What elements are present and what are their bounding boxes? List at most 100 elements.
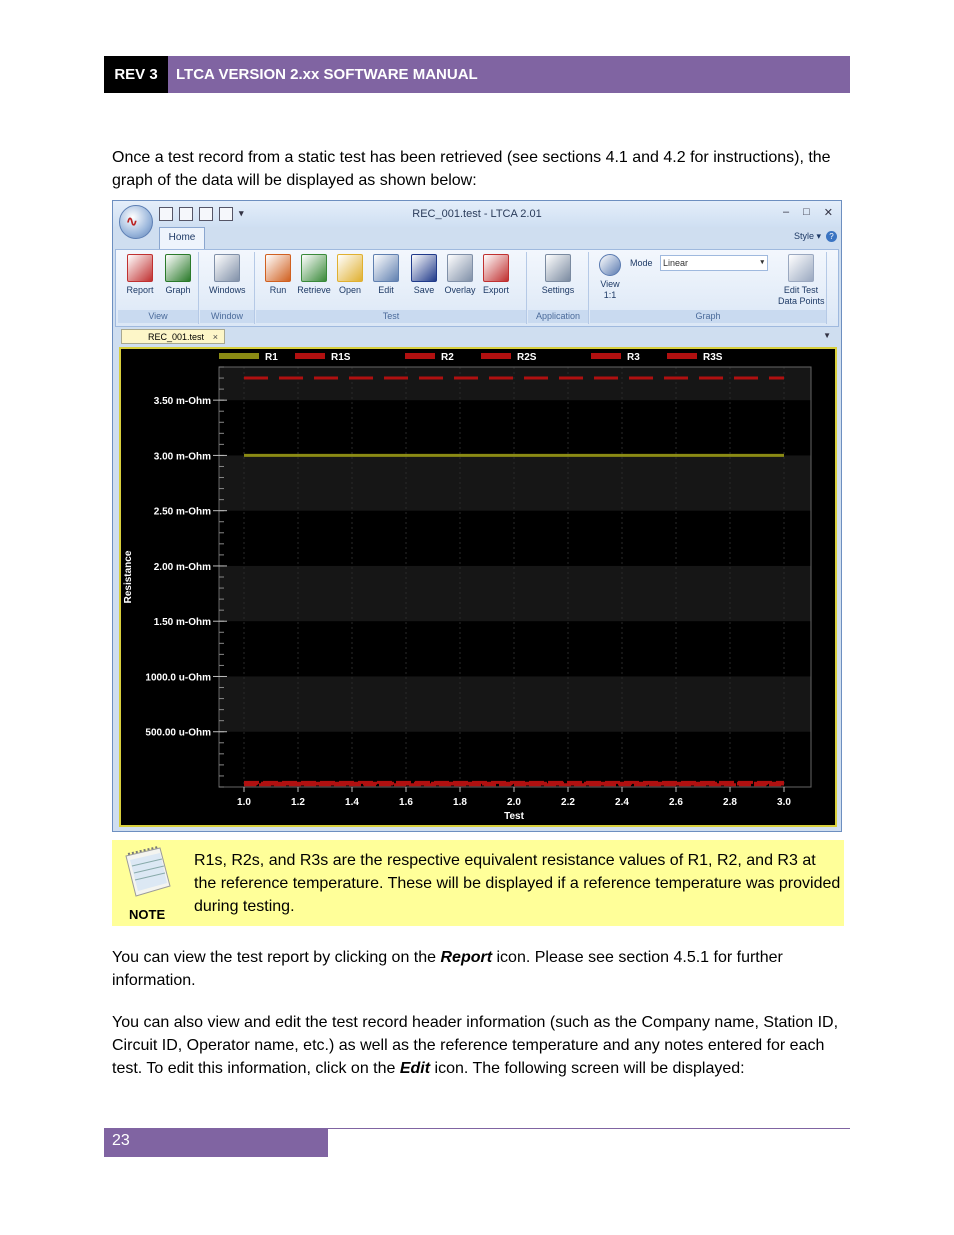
legend-label-r2s: R2S xyxy=(517,352,537,363)
manual-title: LTCA VERSION 2.xx SOFTWARE MANUAL xyxy=(168,56,850,93)
overlay-button[interactable]: Overlay xyxy=(442,254,478,296)
document-tab-strip: REC_001.test × ▼ xyxy=(115,329,837,345)
button-label: Overlay xyxy=(444,285,476,295)
ribbon-group-label: Window xyxy=(200,310,254,323)
open-icon xyxy=(337,254,363,282)
title-bar: ▾ REC_001.test - LTCA 2.01 – □ ✕ xyxy=(113,201,841,227)
ribbon-group-test: Test Run Retrieve Open Edit Save Overlay Export xyxy=(256,252,527,324)
mode-select[interactable]: Linear ▾ xyxy=(660,255,768,271)
button-label: Open xyxy=(338,285,362,295)
report-icon xyxy=(127,254,153,282)
legend-swatch-r1 xyxy=(219,353,259,359)
edit-keyword: Edit xyxy=(399,1060,431,1077)
help-icon[interactable]: ? xyxy=(826,231,837,242)
y-tick-label: 2.50 m-Ohm xyxy=(154,507,211,518)
ribbon-group-label: View xyxy=(118,310,198,323)
edit-button[interactable]: Edit xyxy=(368,254,404,296)
run-button[interactable]: Run xyxy=(260,254,296,296)
y-tick-label: 1.50 m-Ohm xyxy=(154,617,211,628)
windows-button[interactable]: Windows xyxy=(209,254,246,296)
legend-swatch-r2 xyxy=(405,353,435,359)
button-label: Edit Test Data Points xyxy=(778,285,825,306)
button-label: Settings xyxy=(541,285,575,295)
edit-test-button[interactable]: Edit Test Data Points xyxy=(778,254,825,307)
y-axis-label: Resistance xyxy=(123,550,134,603)
x-tick-label: 1.2 xyxy=(291,797,305,808)
settings-button[interactable]: Settings xyxy=(540,254,576,296)
legend-label-r1s: R1S xyxy=(331,352,351,363)
tab-home[interactable]: Home xyxy=(159,227,205,249)
ribbon-group-view: View Report Graph xyxy=(118,252,199,324)
x-tick-label: 3.0 xyxy=(777,797,791,808)
button-label: Run xyxy=(269,285,287,295)
notepad-icon xyxy=(125,846,171,897)
button-label: Export xyxy=(482,285,509,295)
retrieve-button[interactable]: Retrieve xyxy=(296,254,332,296)
button-label: Report xyxy=(126,285,154,295)
retrieve-icon xyxy=(301,254,327,282)
y-tick-label: 3.50 m-Ohm xyxy=(154,396,211,407)
legend-swatch-r1s xyxy=(295,353,325,359)
ribbon-group-graph: Graph View 1:1 Edit Test Data Points Mode Li… xyxy=(590,252,827,324)
page-header: REV 3 LTCA VERSION 2.xx SOFTWARE MANUAL xyxy=(104,56,850,93)
save-button[interactable]: Save xyxy=(406,254,442,296)
button-label: Windows xyxy=(209,285,246,295)
report-paragraph: You can view the test report by clicking… xyxy=(112,946,842,992)
x-tick-label: 1.0 xyxy=(237,797,251,808)
button-label: Edit xyxy=(378,285,394,295)
style-menu[interactable]: Style ▾ xyxy=(794,231,821,242)
x-tick-label: 1.4 xyxy=(345,797,359,808)
x-tick-label: 1.6 xyxy=(399,797,413,808)
graph-button[interactable]: Graph xyxy=(160,254,196,296)
legend-swatch-r2s xyxy=(481,353,511,359)
y-tick-label: 1000.0 u-Ohm xyxy=(145,672,211,683)
view-button[interactable]: View 1:1 xyxy=(592,254,628,301)
edit-points-icon xyxy=(788,254,814,282)
maximize-button[interactable]: □ xyxy=(803,206,810,219)
revision-label: REV 3 xyxy=(104,56,168,93)
legend-label-r2: R2 xyxy=(441,352,454,363)
note-box: NOTE R1s, R2s, and R3s are the respectiv… xyxy=(112,840,844,926)
legend-swatch-r3s xyxy=(667,353,697,359)
legend-swatch-r3 xyxy=(591,353,621,359)
doc-tab-label: REC_001.test xyxy=(148,332,205,342)
x-axis-label: Test xyxy=(504,811,524,822)
y-tick-label: 3.00 m-Ohm xyxy=(154,451,211,462)
orb-logo-icon: ∿ xyxy=(126,213,138,229)
resistance-chart: 3.50 m-Ohm 3.00 m-Ohm 2.50 m-Ohm 2.00 m-Ohm… xyxy=(123,352,812,822)
close-button[interactable]: ✕ xyxy=(824,206,833,219)
legend-label-r3: R3 xyxy=(627,352,640,363)
save-icon xyxy=(411,254,437,282)
export-icon xyxy=(483,254,509,282)
windows-icon xyxy=(214,254,240,282)
ribbon: View Report Graph Window Windows Test Run Retri… xyxy=(115,249,839,327)
export-button[interactable]: Export xyxy=(478,254,514,296)
legend-label-r1: R1 xyxy=(265,352,278,363)
legend-label-r3s: R3S xyxy=(703,352,723,363)
graph-icon xyxy=(165,254,191,282)
edit-text-end: icon. The following screen will be displ… xyxy=(430,1060,745,1077)
ribbon-group-window: Window Windows xyxy=(200,252,255,324)
doc-tab-rec001[interactable]: REC_001.test × xyxy=(121,329,225,344)
graph-panel: 3.50 m-Ohm 3.00 m-Ohm 2.50 m-Ohm 2.00 m-Ohm… xyxy=(119,347,837,827)
open-button[interactable]: Open xyxy=(332,254,368,296)
grid-band xyxy=(219,455,811,511)
mode-dropdown-icon: ▾ xyxy=(760,259,764,266)
minimize-button[interactable]: – xyxy=(783,206,789,219)
button-label: Graph xyxy=(165,285,191,295)
window-title: REC_001.test - LTCA 2.01 xyxy=(412,208,542,220)
application-orb-button[interactable]: ∿ xyxy=(119,205,153,239)
tab-list-dropdown-icon[interactable]: ▼ xyxy=(823,331,831,340)
x-tick-label: 2.6 xyxy=(669,797,683,808)
report-text-start: You can view the test report by clicking… xyxy=(112,949,441,966)
mode-label: Mode xyxy=(630,258,653,268)
report-button[interactable]: Report xyxy=(122,254,158,296)
ribbon-group-application: Application Settings xyxy=(528,252,589,324)
edit-paragraph: You can also view and edit the test reco… xyxy=(112,1011,842,1080)
page-number: 23 xyxy=(104,1129,328,1157)
report-keyword: Report xyxy=(440,949,493,966)
edit-icon xyxy=(373,254,399,282)
run-icon xyxy=(265,254,291,282)
close-tab-icon[interactable]: × xyxy=(213,330,218,345)
zoom-icon xyxy=(599,254,621,276)
